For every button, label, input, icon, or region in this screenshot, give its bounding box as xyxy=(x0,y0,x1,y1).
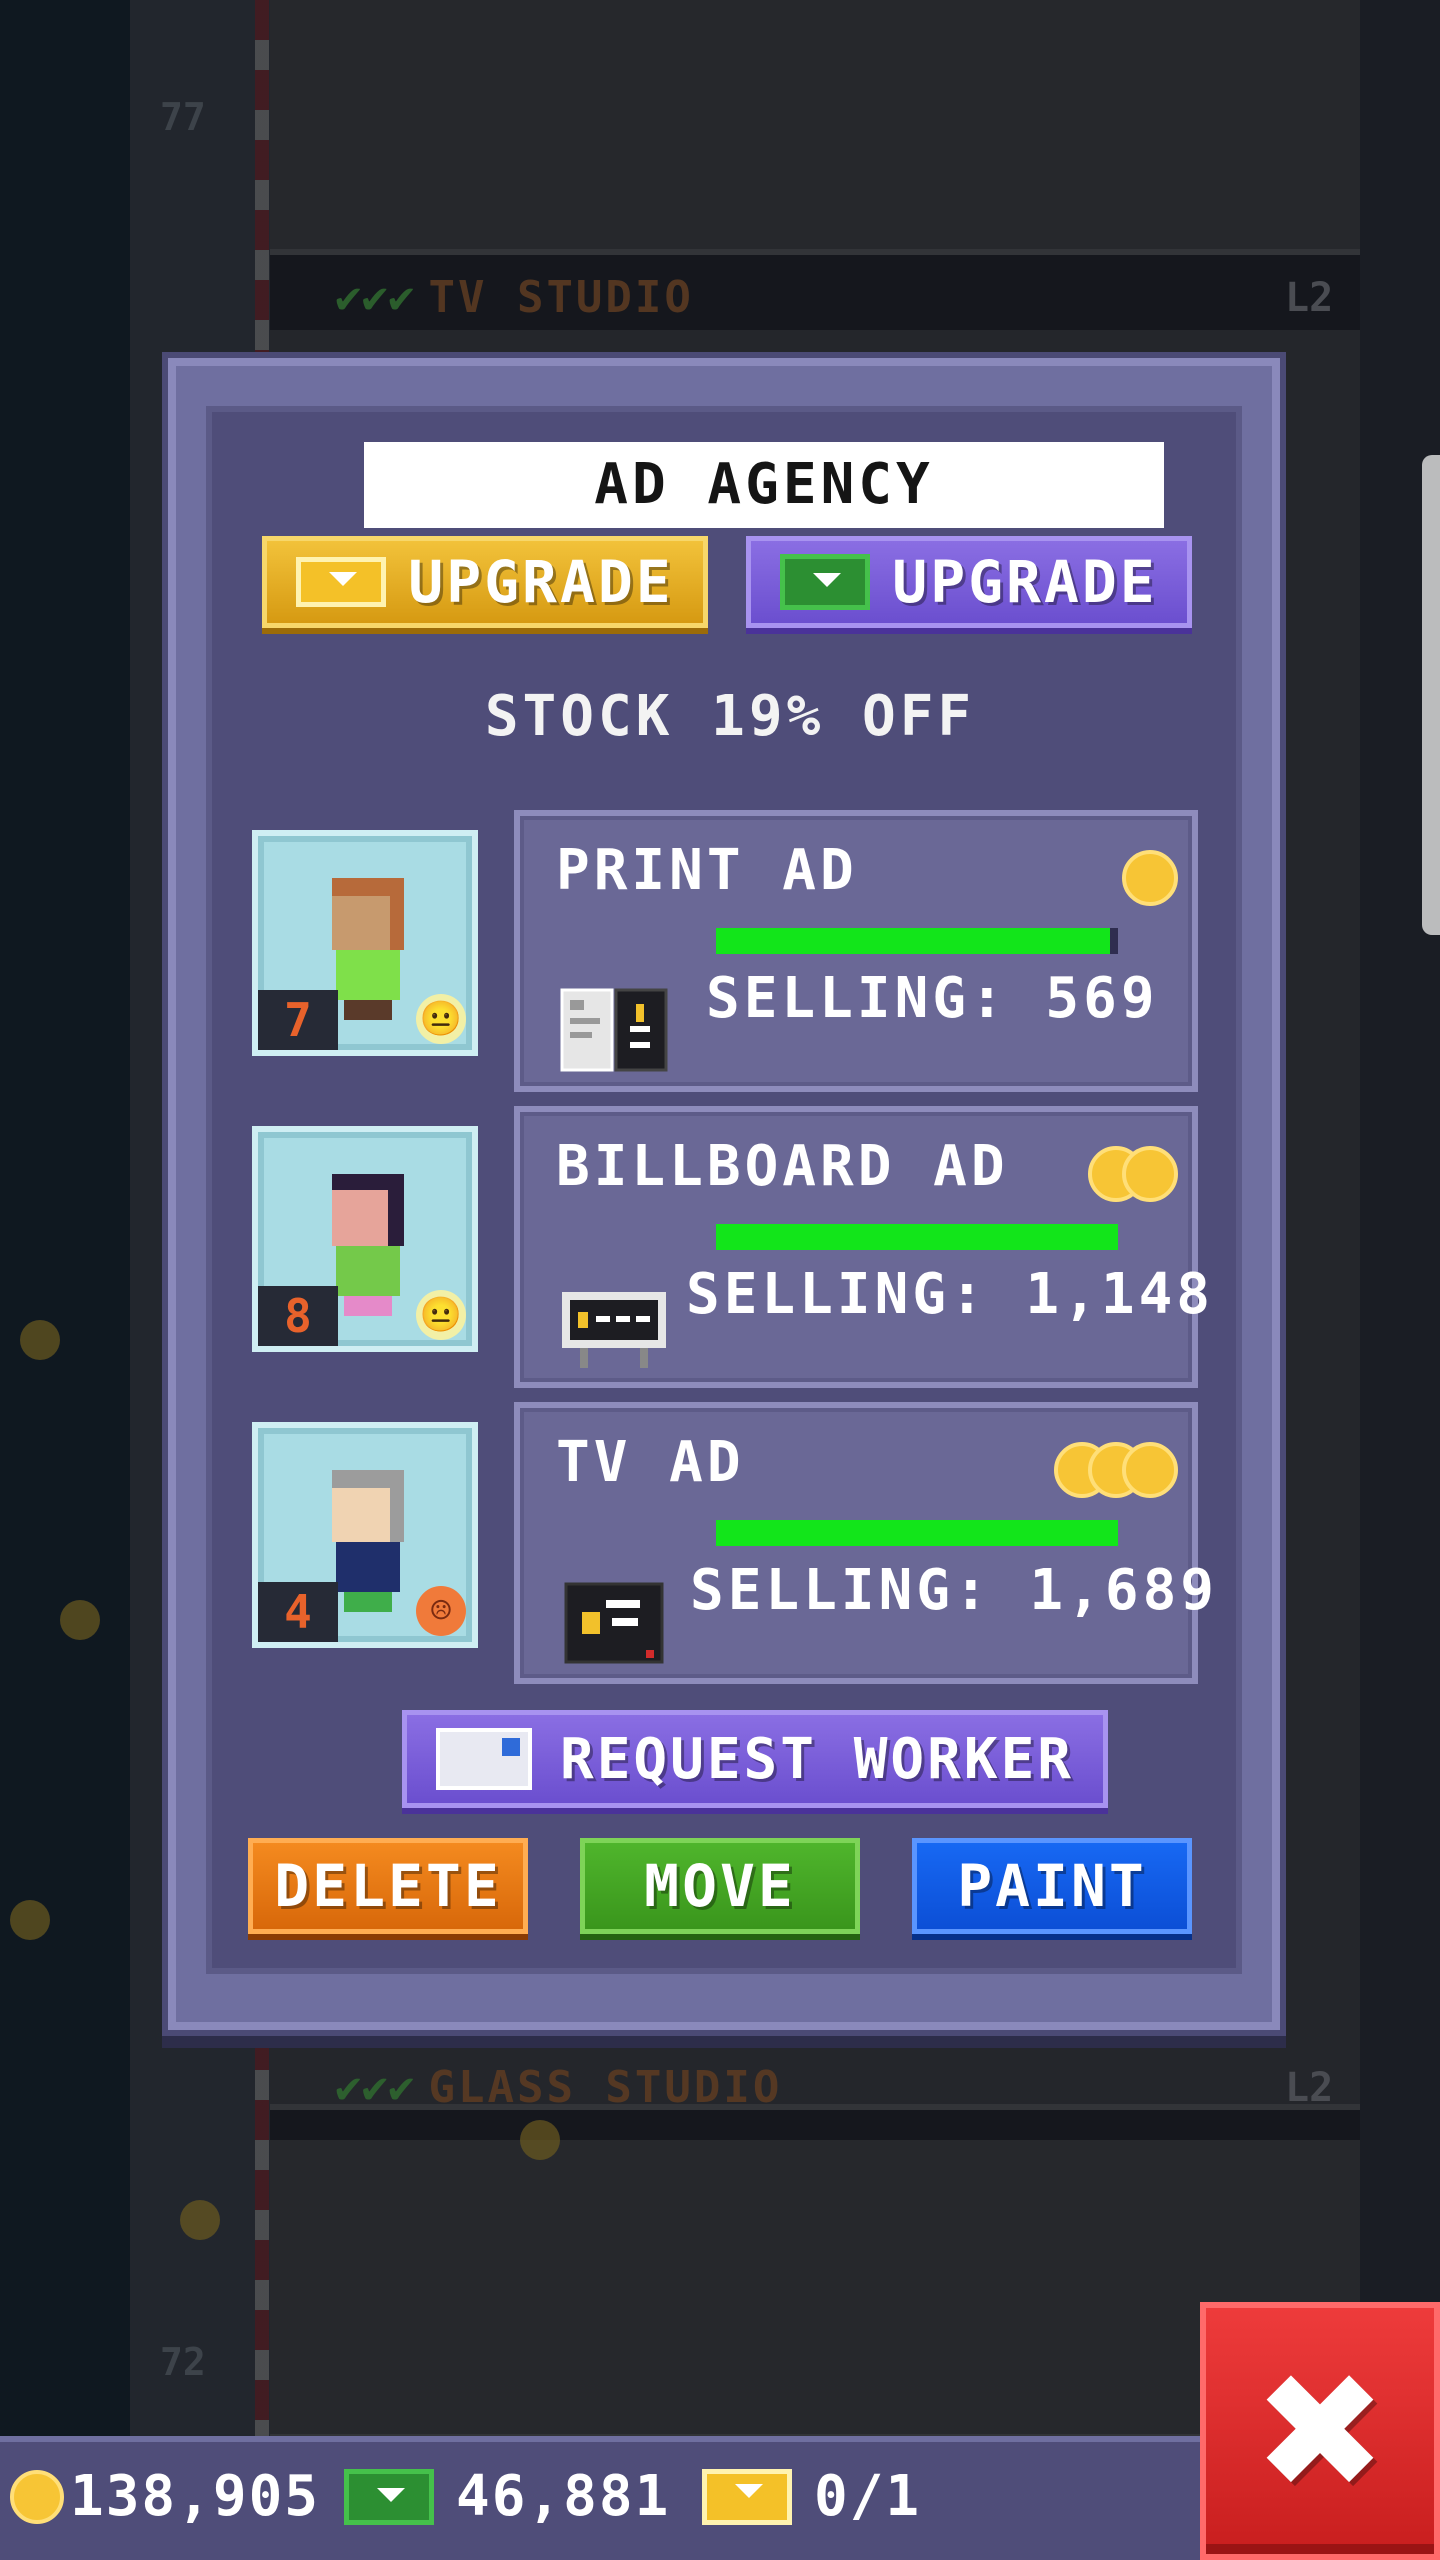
sad-face-icon: ☹ xyxy=(416,1586,466,1636)
worker-count: 4 xyxy=(258,1582,338,1642)
billboard-ad-icon xyxy=(562,1292,666,1368)
floor-name-bottom: GLASS STUDIO xyxy=(428,2062,783,2113)
floor-dialog: AD AGENCY UPGRADE UPGRADE STOCK 19% OFF … xyxy=(168,358,1280,2030)
worker-slot-3[interactable]: 4 ☹ xyxy=(252,1422,478,1648)
bux-value: 46,881 xyxy=(456,2464,671,2529)
product-progress-bar xyxy=(716,928,1118,954)
worker-shirt xyxy=(336,1246,400,1296)
worker-legs xyxy=(344,1000,392,1020)
product-progress-fill xyxy=(716,1224,1118,1250)
worker-legs xyxy=(344,1296,392,1316)
floor-glass-studio[interactable] xyxy=(270,2140,1360,2440)
falling-coin-icon xyxy=(60,1600,100,1640)
product-tier-coins xyxy=(1054,1442,1178,1498)
worker-count: 8 xyxy=(258,1286,338,1346)
coin-icon xyxy=(1122,1146,1178,1202)
product-selling-text: SELLING: 1,148 xyxy=(686,1262,1215,1327)
product-selling-text: SELLING: 1,689 xyxy=(690,1558,1219,1623)
falling-coin-icon xyxy=(20,1320,60,1360)
upgrade-bux-button[interactable]: UPGRADE xyxy=(746,536,1192,628)
coin-icon xyxy=(1122,1442,1178,1498)
close-icon: ✖ xyxy=(1252,2337,1388,2525)
coins-counter[interactable]: 138,905 xyxy=(10,2464,320,2529)
move-button[interactable]: MOVE xyxy=(580,1838,860,1934)
print-ad-icon xyxy=(560,988,668,1072)
worker-count: 7 xyxy=(258,990,338,1050)
floor-tv-studio[interactable] xyxy=(270,0,1360,255)
floor-level-top: L2 xyxy=(1285,275,1334,321)
product-card-tv-ad[interactable]: TV AD SELLING: 1,689 xyxy=(514,1402,1214,1684)
worker-head xyxy=(332,1174,404,1246)
tickets-counter[interactable]: 0/1 xyxy=(702,2464,921,2529)
close-button[interactable]: ✖ xyxy=(1200,2302,1440,2560)
delete-label: DELETE xyxy=(274,1852,502,1920)
floor-title: AD AGENCY xyxy=(364,442,1164,528)
worker-head xyxy=(332,1470,404,1542)
paint-label: PAINT xyxy=(957,1852,1147,1920)
worker-slot-2[interactable]: 8 😐 xyxy=(252,1126,478,1352)
floor-number-top: 77 xyxy=(160,95,206,139)
falling-coin-icon xyxy=(10,1900,50,1940)
worker-shirt xyxy=(336,950,400,1000)
paint-button[interactable]: PAINT xyxy=(912,1838,1192,1934)
request-worker-button[interactable]: REQUEST WORKER xyxy=(402,1710,1108,1808)
falling-coin-icon xyxy=(180,2200,220,2240)
floor-number-bottom: 72 xyxy=(160,2340,206,2384)
floor-checks-top: ✔✔✔ xyxy=(335,272,415,323)
envelope-icon xyxy=(435,1728,532,1790)
bux-icon xyxy=(344,2468,434,2525)
worker-legs xyxy=(344,1592,392,1612)
floor-level-bottom: L2 xyxy=(1285,2065,1334,2111)
neutral-face-icon: 😐 xyxy=(416,994,466,1044)
side-scroll-handle[interactable] xyxy=(1422,455,1440,935)
coins-value: 138,905 xyxy=(70,2464,321,2529)
falling-coin-icon xyxy=(520,2120,560,2160)
floor-label-glass-studio: ✔✔✔ GLASS STUDIO xyxy=(335,2062,782,2113)
left-shaft xyxy=(0,0,130,2560)
product-name: PRINT AD xyxy=(556,838,858,903)
product-progress-fill xyxy=(716,1520,1118,1546)
floor-checks-bottom: ✔✔✔ xyxy=(335,2062,415,2113)
floor-label-tv-studio: ✔✔✔ TV STUDIO xyxy=(335,272,694,323)
request-worker-label: REQUEST WORKER xyxy=(559,1726,1074,1792)
dialog-panel: AD AGENCY UPGRADE UPGRADE STOCK 19% OFF … xyxy=(206,406,1242,1974)
tickets-value: 0/1 xyxy=(814,2464,922,2529)
upgrade-bux-label: UPGRADE xyxy=(892,548,1158,616)
worker-head xyxy=(332,878,404,950)
product-progress-bar xyxy=(716,1224,1118,1250)
upgrade-tickets-button[interactable]: UPGRADE xyxy=(262,536,708,628)
stock-discount-text: STOCK 19% OFF xyxy=(484,684,976,749)
right-shaft xyxy=(1360,0,1440,2560)
product-tier-coins xyxy=(1122,850,1178,906)
delete-button[interactable]: DELETE xyxy=(248,1838,528,1934)
golden-ticket-icon xyxy=(296,557,387,607)
bux-icon xyxy=(780,554,871,610)
product-name: TV AD xyxy=(556,1430,745,1495)
product-tier-coins xyxy=(1088,1146,1178,1202)
product-progress-fill xyxy=(716,928,1110,954)
product-card-print-ad[interactable]: PRINT AD SELLING: 569 xyxy=(514,810,1198,1092)
neutral-face-icon: 😐 xyxy=(416,1290,466,1340)
floor-name-top: TV STUDIO xyxy=(428,272,694,323)
worker-slot-1[interactable]: 7 😐 xyxy=(252,830,478,1056)
product-progress-bar xyxy=(716,1520,1118,1546)
tv-ad-icon xyxy=(564,1582,664,1664)
worker-shirt xyxy=(336,1542,400,1592)
product-card-billboard-ad[interactable]: BILLBOARD AD SELLING: 1,148 xyxy=(514,1106,1210,1388)
golden-ticket-icon xyxy=(702,2468,792,2525)
move-label: MOVE xyxy=(644,1852,796,1920)
coin-icon xyxy=(1122,850,1178,906)
upgrade-tickets-label: UPGRADE xyxy=(408,548,674,616)
coin-icon xyxy=(10,2469,64,2524)
bux-counter[interactable]: 46,881 xyxy=(344,2464,670,2529)
product-selling-text: SELLING: 569 xyxy=(706,966,1159,1031)
product-name: BILLBOARD AD xyxy=(556,1134,1009,1199)
